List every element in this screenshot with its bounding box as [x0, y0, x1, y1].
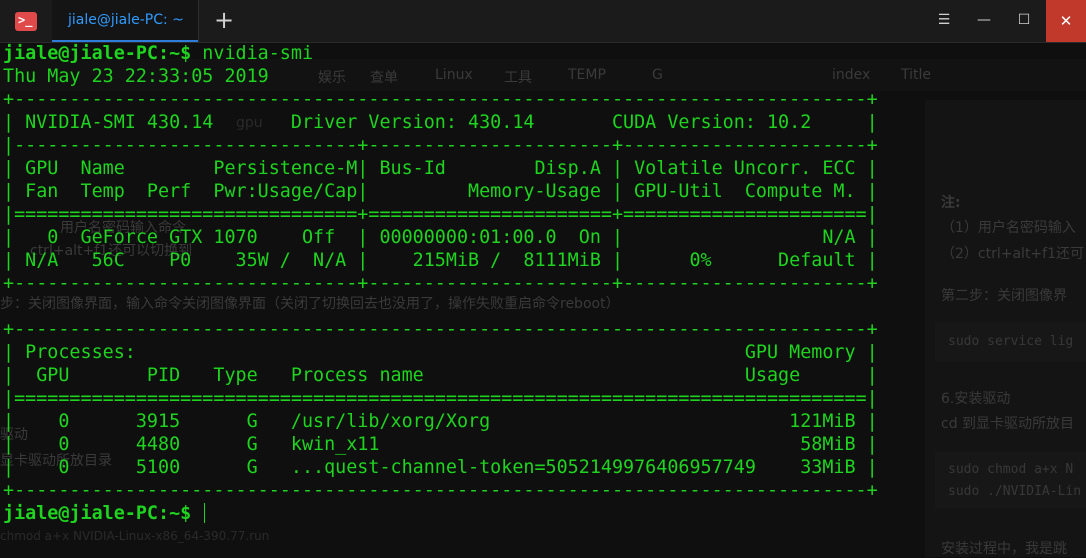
output-line: | N/A 56C P0 35W / N/A | 215MiB / 8111Mi…	[3, 250, 878, 271]
command-text: nvidia-smi	[191, 43, 314, 64]
shell-prompt: jiale@jiale-PC:~$	[3, 43, 192, 64]
output-line: Thu May 23 22:33:05 2019	[3, 66, 269, 87]
output-line: |-------------------------------+-------…	[3, 135, 878, 156]
text-cursor	[204, 503, 206, 523]
terminal-output[interactable]: jiale@jiale-PC:~$ nvidia-smi Thu May 23 …	[0, 42, 1086, 557]
output-line: +---------------------------------------…	[3, 89, 878, 110]
final-prompt-line[interactable]: jiale@jiale-PC:~$	[3, 502, 206, 525]
tab-divider	[198, 0, 199, 42]
new-tab-button[interactable]: +	[213, 8, 235, 32]
tab-terminal[interactable]: jiale@jiale-PC: ~	[52, 0, 198, 42]
output-line: | 0 GeForce GTX 1070 Off | 00000000:01:0…	[3, 227, 878, 248]
close-button[interactable]: ✕	[1046, 0, 1086, 42]
shell-prompt: jiale@jiale-PC:~$	[3, 503, 192, 524]
output-line: | Processes: GPU Memory |	[3, 342, 878, 363]
output-line: | GPU PID Type Process name Usage |	[3, 365, 878, 386]
output-line: +-------------------------------+-------…	[3, 273, 878, 294]
tab-title: jiale@jiale-PC: ~	[68, 12, 184, 28]
output-line: | NVIDIA-SMI 430.14 Driver Version: 430.…	[3, 112, 878, 133]
command-line: jiale@jiale-PC:~$ nvidia-smi	[3, 42, 313, 65]
output-line: +---------------------------------------…	[3, 480, 878, 501]
output-line: | GPU Name Persistence-M| Bus-Id Disp.A …	[3, 158, 878, 179]
menu-button[interactable]: ☰	[929, 5, 959, 35]
maximize-button[interactable]: ☐	[1009, 5, 1039, 35]
output-line: | 0 5100 G ...quest-channel-token=505214…	[3, 457, 878, 478]
output-line: |===============================+=======…	[3, 204, 878, 225]
terminal-app-icon: >_	[15, 12, 37, 31]
output-line: | 0 4480 G kwin_x11 58MiB |	[3, 434, 878, 455]
output-line: | 0 3915 G /usr/lib/xorg/Xorg 121MiB |	[3, 411, 878, 432]
output-line: +---------------------------------------…	[3, 319, 878, 340]
title-bar: >_ jiale@jiale-PC: ~ + ☰ — ☐ ✕	[0, 0, 1086, 43]
minimize-button[interactable]: —	[969, 5, 999, 35]
output-line: | Fan Temp Perf Pwr:Usage/Cap| Memory-Us…	[3, 181, 878, 202]
output-line: |=======================================…	[3, 388, 878, 409]
